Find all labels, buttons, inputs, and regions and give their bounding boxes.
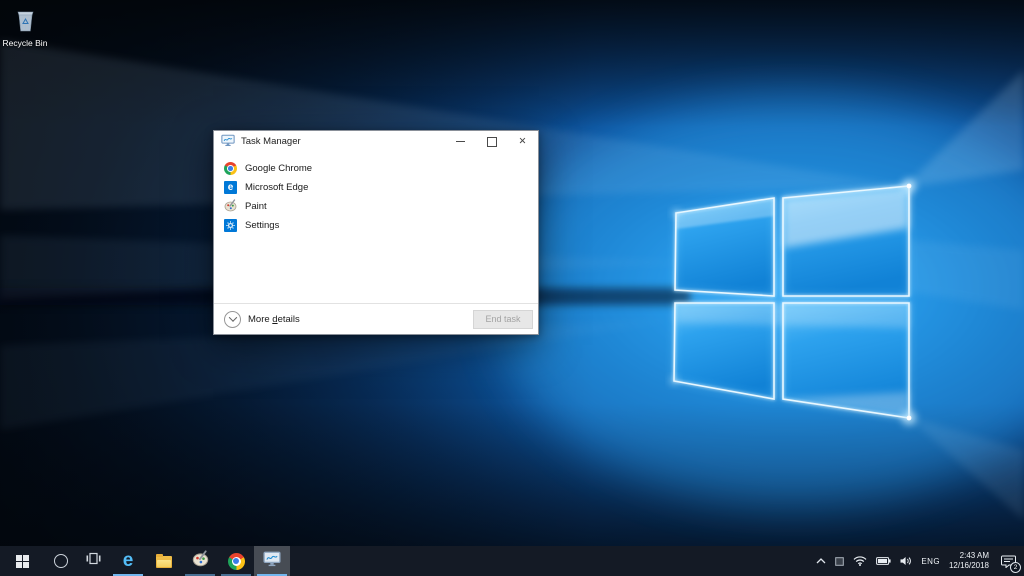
volume-button[interactable]	[899, 546, 913, 576]
task-view-button[interactable]	[77, 546, 110, 576]
taskbar: e	[0, 546, 1024, 576]
wifi-icon	[853, 556, 867, 566]
app-row-settings[interactable]: Settings	[214, 216, 538, 235]
volume-icon	[900, 556, 912, 566]
tray-app-window[interactable]	[834, 546, 845, 576]
clock[interactable]: 2:43 AM 12/16/2018	[948, 546, 990, 576]
minimize-button[interactable]	[445, 131, 476, 152]
taskbar-item-paint[interactable]	[182, 546, 218, 576]
more-details-label: More details	[248, 314, 300, 325]
chrome-icon	[224, 162, 237, 175]
start-button[interactable]	[0, 546, 44, 576]
maximize-icon	[487, 137, 497, 147]
show-hidden-icons-button[interactable]	[815, 546, 827, 576]
app-name: Settings	[245, 220, 279, 231]
title-bar[interactable]: Task Manager ✕	[214, 131, 538, 152]
battery-button[interactable]	[875, 546, 892, 576]
edge-icon: e	[123, 552, 134, 570]
close-icon: ✕	[519, 137, 527, 146]
chevron-up-icon	[816, 558, 826, 564]
windows-logo	[670, 179, 916, 425]
paint-icon	[224, 199, 237, 215]
task-manager-icon	[263, 551, 281, 572]
taskbar-item-edge[interactable]: e	[110, 546, 146, 576]
window-footer: More details End task	[214, 303, 538, 334]
clock-time: 2:43 AM	[949, 551, 989, 561]
desktop: Recycle Bin Task Manager ✕ G	[0, 0, 1024, 576]
window-controls: ✕	[445, 131, 538, 152]
close-button[interactable]: ✕	[507, 131, 538, 152]
more-details-button[interactable]: More details	[224, 311, 300, 328]
app-row-google-chrome[interactable]: Google Chrome	[214, 159, 538, 178]
task-view-icon	[86, 552, 101, 570]
action-center-button[interactable]: 2	[997, 546, 1019, 576]
task-manager-icon	[221, 134, 235, 150]
settings-icon	[224, 219, 237, 232]
recycle-bin-icon	[14, 7, 37, 37]
system-tray: ENG 2:43 AM 12/16/2018 2	[811, 546, 1024, 576]
app-row-paint[interactable]: Paint	[214, 197, 538, 216]
language-indicator[interactable]: ENG	[920, 546, 941, 576]
recycle-bin[interactable]: Recycle Bin	[2, 7, 48, 48]
app-name: Paint	[245, 201, 267, 212]
battery-icon	[876, 557, 891, 565]
file-explorer-icon	[156, 556, 172, 568]
clock-date: 12/16/2018	[949, 561, 989, 571]
cortana-button[interactable]	[44, 546, 77, 576]
edge-icon: e	[224, 181, 237, 194]
maximize-button[interactable]	[476, 131, 507, 152]
taskbar-item-task-manager[interactable]	[254, 546, 290, 576]
windows-logo-icon	[16, 555, 29, 568]
app-name: Google Chrome	[245, 163, 312, 174]
notification-badge: 2	[1010, 562, 1021, 573]
app-list: Google Chrome e Microsoft Edge Paint	[214, 152, 538, 304]
app-window-icon	[835, 557, 844, 566]
taskbar-item-file-explorer[interactable]	[146, 546, 182, 576]
window-title: Task Manager	[241, 136, 301, 147]
recycle-bin-label: Recycle Bin	[2, 38, 48, 48]
app-name: Microsoft Edge	[245, 182, 308, 193]
paint-icon	[192, 550, 209, 572]
minimize-icon	[456, 141, 465, 142]
end-task-button[interactable]: End task	[473, 310, 533, 329]
cortana-circle-icon	[54, 554, 68, 568]
task-manager-window: Task Manager ✕ Google Chrome e Microsoft…	[213, 130, 539, 335]
network-button[interactable]	[852, 546, 868, 576]
chevron-down-circle-icon	[224, 311, 241, 328]
chrome-icon	[228, 553, 245, 570]
taskbar-item-chrome[interactable]	[218, 546, 254, 576]
app-row-microsoft-edge[interactable]: e Microsoft Edge	[214, 178, 538, 197]
